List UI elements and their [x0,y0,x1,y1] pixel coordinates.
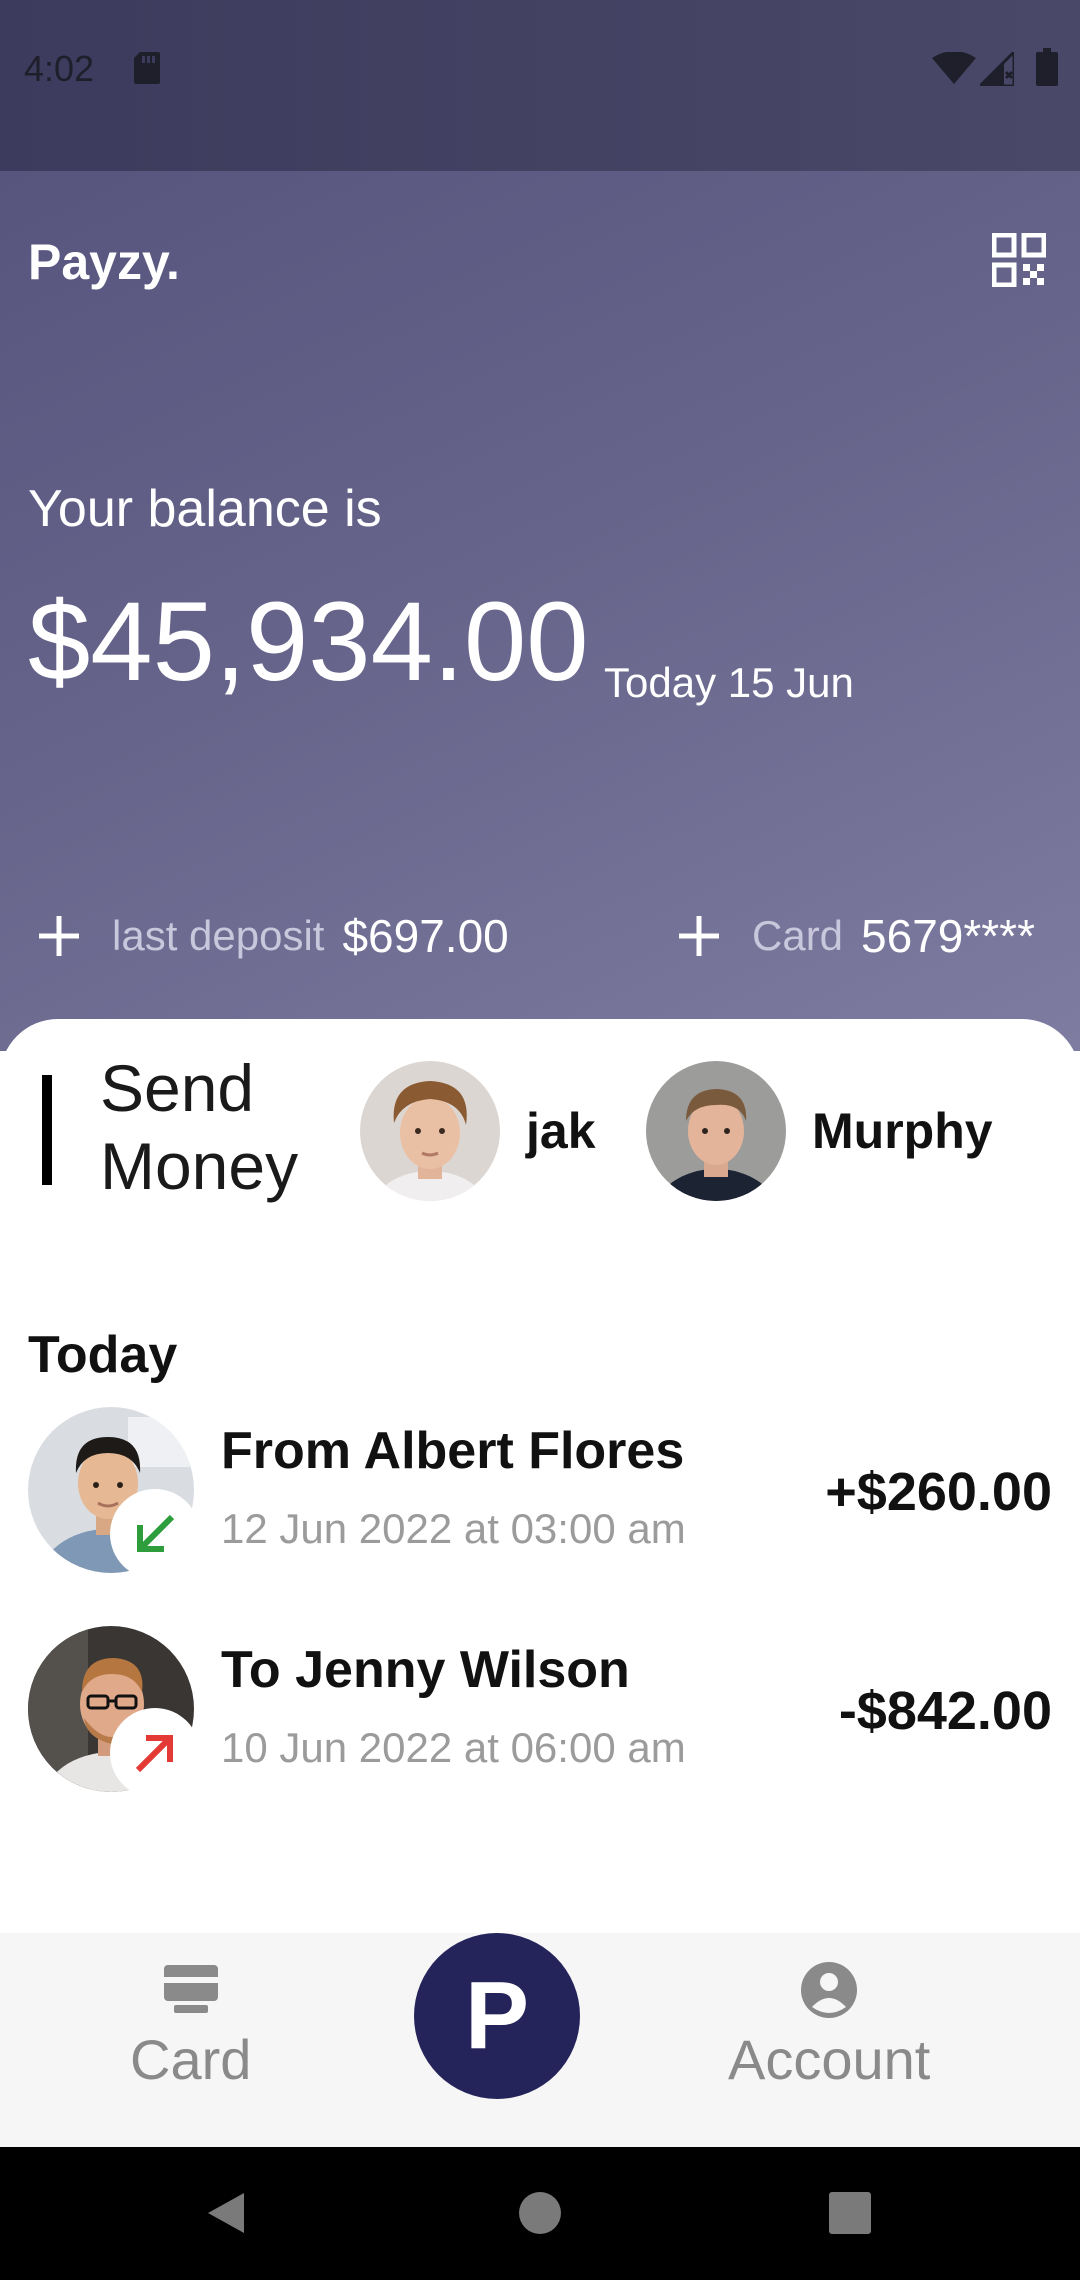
deposit-value: $697.00 [342,910,509,962]
app-name: Payzy. [28,234,180,290]
transaction-date: 10 Jun 2022 at 06:00 am [221,1724,686,1771]
section-title-today: Today [28,1326,178,1384]
card-info[interactable]: Card 5679**** [676,905,1035,967]
transaction-avatar [28,1626,200,1798]
screen: 4:02 Payzy. Your balance is $45,934.00 T… [0,0,1080,2280]
send-money-title: Send Money [100,1051,299,1203]
contact-name: jak [526,1103,596,1159]
nav-account[interactable]: Account [728,1959,930,2092]
bottom-navigation: Card P Account [0,1933,1080,2147]
avatar [646,1061,786,1201]
transaction-name: From Albert Flores [221,1422,685,1480]
balance-header: Payzy. Your balance is $45,934.00 Today … [0,171,1080,1051]
transaction-name: To Jenny Wilson [221,1641,630,1699]
incoming-badge [110,1489,200,1579]
transaction-row[interactable]: To Jenny Wilson 10 Jun 2022 at 06:00 am … [28,1626,1052,1798]
signal-icon [980,52,1014,86]
wifi-icon [932,52,976,84]
contact-jak[interactable]: jak [360,1061,596,1201]
transaction-row[interactable]: From Albert Flores 12 Jun 2022 at 03:00 … [28,1407,1052,1579]
contact-name: Murphy [812,1103,993,1159]
transaction-avatar [28,1407,200,1579]
balance-date: Today 15 Jun [604,659,854,706]
transaction-date: 12 Jun 2022 at 03:00 am [221,1505,686,1552]
balance-label: Your balance is [28,480,382,538]
account-icon [801,1962,858,2018]
arrow-down-left-icon [137,1514,175,1552]
avatar [360,1061,500,1201]
arrow-up-right-icon [135,1735,173,1773]
transaction-amount: -$842.00 [838,1681,1052,1741]
deposit-label: last deposit [112,912,325,959]
pay-button[interactable]: P [414,1933,580,2099]
qr-code-icon[interactable] [992,233,1046,287]
home-icon[interactable] [512,2185,568,2241]
nav-card-label: Card [130,2028,252,2091]
balance-amount: $45,934.00 [28,579,589,704]
plus-icon [679,916,719,956]
sd-card-icon [134,52,160,84]
card-value: 5679**** [861,910,1035,962]
status-bar: 4:02 [0,0,1080,171]
last-deposit[interactable]: last deposit $697.00 [36,905,509,967]
nav-account-label: Account [728,2028,931,2091]
plus-icon [39,916,79,956]
recents-icon[interactable] [822,2185,878,2241]
send-money-accent-bar [42,1075,52,1185]
card-label: Card [752,912,844,959]
status-time: 4:02 [24,48,95,89]
nav-card[interactable]: Card [130,1959,251,2092]
transaction-amount: +$260.00 [825,1462,1052,1522]
contact-murphy[interactable]: Murphy [646,1061,993,1201]
card-icon [163,1965,218,2013]
back-icon[interactable] [198,2185,254,2241]
battery-icon [1036,48,1058,86]
outgoing-badge [110,1708,200,1798]
system-navigation-bar [0,2147,1080,2280]
